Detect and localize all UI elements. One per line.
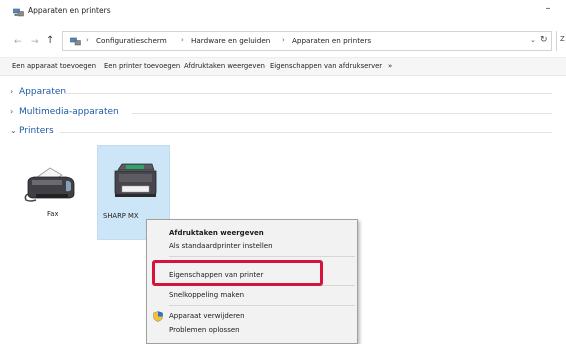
group-label: Multimedia-apparaten: [19, 107, 119, 117]
forward-arrow-icon[interactable]: →: [31, 38, 39, 47]
chevron-right-icon: ›: [10, 107, 14, 116]
address-dropdown-icon[interactable]: ⌄: [530, 36, 536, 44]
add-device-button[interactable]: Een apparaat toevoegen: [12, 62, 96, 70]
show-print-jobs-button[interactable]: Afdruktaken weergeven: [184, 62, 265, 70]
address-bar[interactable]: › Configuratiescherm › Hardware en gelui…: [62, 31, 552, 51]
refresh-icon[interactable]: ↻: [540, 35, 548, 45]
breadcrumb-control-panel[interactable]: Configuratiescherm: [96, 36, 167, 45]
address-row: ← → ↑ › Configuratiescherm › Hardware en…: [0, 30, 566, 54]
fax-icon[interactable]: [22, 160, 82, 205]
device-label-fax[interactable]: Fax: [47, 210, 58, 218]
menu-separator: [169, 305, 355, 306]
search-box-glyph: Z: [560, 35, 565, 43]
menu-item-set-default[interactable]: Als standaardprinter instellen: [169, 242, 273, 250]
group-devices[interactable]: › Apparaten: [10, 87, 66, 97]
breadcrumb-devices-printers[interactable]: Apparaten en printers: [292, 36, 371, 45]
more-commands-button[interactable]: »: [388, 62, 392, 70]
group-printers[interactable]: ⌄ Printers: [10, 126, 54, 136]
breadcrumb-separator: ›: [282, 36, 285, 44]
group-divider: [64, 93, 552, 94]
add-printer-button[interactable]: Een printer toevoegen: [104, 62, 180, 70]
printer-icon[interactable]: [110, 156, 160, 201]
chevron-right-icon: ›: [10, 87, 14, 96]
minimize-button[interactable]: –: [540, 2, 556, 18]
menu-item-create-shortcut[interactable]: Snelkoppeling maken: [169, 291, 244, 299]
shield-icon: [153, 311, 163, 322]
menu-item-remove-device[interactable]: Apparaat verwijderen: [169, 312, 245, 320]
device-label-sharp[interactable]: SHARP MX: [103, 212, 139, 220]
group-label: Apparaten: [19, 87, 67, 97]
search-box-edge[interactable]: Z: [556, 31, 566, 51]
command-toolbar: Een apparaat toevoegen Een printer toevo…: [0, 57, 566, 76]
control-panel-icon: [70, 37, 81, 46]
menu-separator: [169, 256, 355, 257]
group-divider: [60, 132, 552, 133]
chevron-down-icon: ⌄: [10, 126, 17, 135]
group-divider: [132, 113, 552, 114]
breadcrumb-separator: ›: [86, 36, 89, 44]
group-label: Printers: [19, 126, 54, 136]
menu-item-troubleshoot[interactable]: Problemen oplossen: [169, 326, 240, 334]
group-multimedia[interactable]: › Multimedia-apparaten: [10, 107, 119, 117]
breadcrumb-separator: ›: [181, 36, 184, 44]
highlight-annotation: [152, 260, 323, 286]
window-title: Apparaten en printers: [28, 6, 111, 15]
up-arrow-icon[interactable]: ↑: [46, 36, 54, 46]
print-server-properties-button[interactable]: Eigenschappen van afdrukserver: [270, 62, 382, 70]
title-bar: Apparaten en printers –: [0, 0, 566, 24]
devices-printers-icon: [13, 8, 24, 17]
breadcrumb-hardware-sound[interactable]: Hardware en geluiden: [191, 36, 270, 45]
back-arrow-icon[interactable]: ←: [14, 38, 22, 47]
menu-item-show-print-jobs[interactable]: Afdruktaken weergeven: [169, 229, 264, 237]
